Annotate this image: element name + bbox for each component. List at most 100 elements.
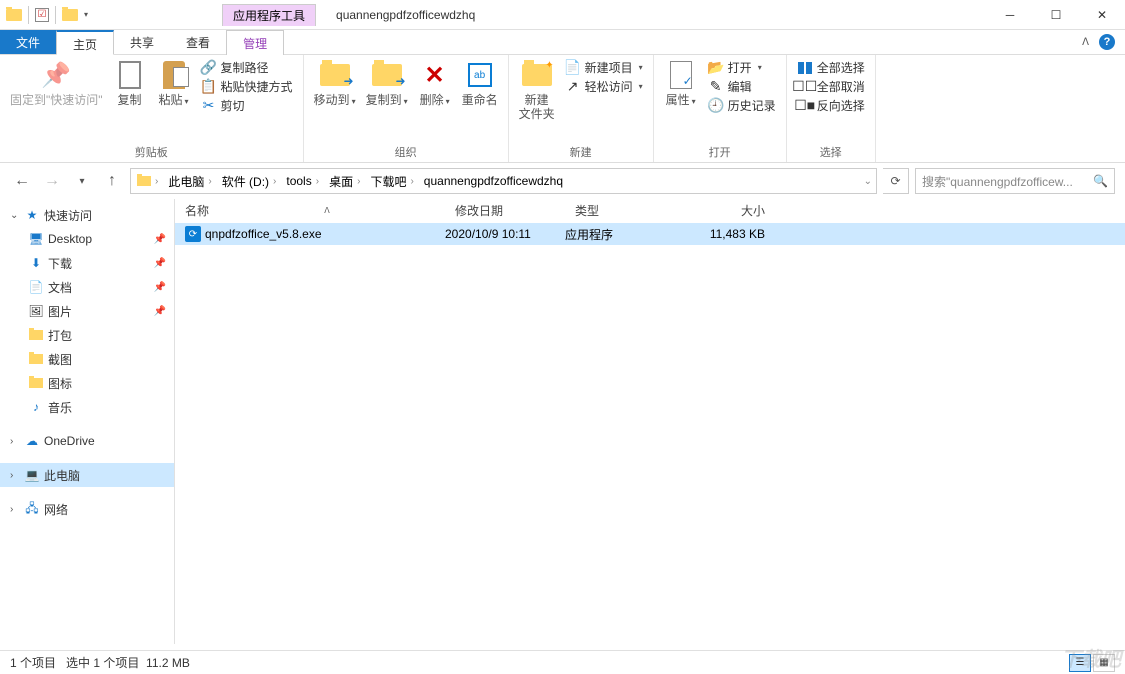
copy-button[interactable]: 复制 — [109, 57, 151, 109]
star-icon: ★ — [24, 207, 40, 223]
desktop-icon: 🖥 — [28, 231, 44, 247]
sidebar-network[interactable]: ›🖧网络 — [0, 497, 174, 521]
bc-item[interactable]: 桌面› — [325, 173, 366, 190]
copy-icon — [114, 59, 146, 91]
col-name[interactable]: 名称ᐱ — [175, 202, 445, 219]
edit-button[interactable]: ✎编辑 — [708, 78, 776, 95]
file-size: 11,483 KB — [685, 227, 775, 241]
sidebar-downloads[interactable]: ⬇下载📌 — [0, 251, 174, 275]
folder-icon — [28, 351, 44, 367]
file-row[interactable]: ⟳qnpdfzoffice_v5.8.exe 2020/10/9 10:11 应… — [175, 223, 1125, 245]
maximize-button[interactable]: ☐ — [1033, 0, 1079, 30]
group-open-label: 打开 — [660, 142, 780, 162]
qat-properties-icon[interactable]: ☑ — [35, 8, 49, 22]
paste-button[interactable]: 粘贴▾ — [153, 57, 195, 109]
history-button[interactable]: 🕘历史记录 — [708, 97, 776, 114]
properties-button[interactable]: 属性▾ — [660, 57, 702, 109]
sidebar-folder[interactable]: 图标 — [0, 371, 174, 395]
invert-icon: ☐■ — [797, 98, 813, 114]
window-title: quannengpdfzofficewdzhq — [336, 8, 475, 22]
back-button[interactable]: ← — [10, 169, 34, 193]
sidebar-folder[interactable]: 截图 — [0, 347, 174, 371]
icons-view-button[interactable]: ▦ — [1093, 654, 1115, 672]
open-button[interactable]: 📂打开▾ — [708, 59, 776, 76]
sidebar-pictures[interactable]: 🖼图片📌 — [0, 299, 174, 323]
recent-dropdown[interactable]: ▾ — [70, 169, 94, 193]
paste-icon — [158, 59, 190, 91]
tab-home[interactable]: 主页 — [56, 30, 114, 55]
sidebar-onedrive[interactable]: ›☁OneDrive — [0, 429, 174, 453]
bc-item[interactable]: 软件 (D:)› — [218, 173, 283, 190]
cloud-icon: ☁ — [24, 433, 40, 449]
paste-shortcut-button[interactable]: 📋粘贴快捷方式 — [201, 78, 293, 95]
breadcrumb[interactable]: › 此电脑› 软件 (D:)› tools› 桌面› 下载吧› quanneng… — [130, 168, 877, 194]
ribbon: 📌 固定到"快速访问" 复制 粘贴▾ 🔗复制路径 📋粘贴快捷方式 ✂剪切 剪贴板 — [0, 55, 1125, 163]
search-input[interactable]: 搜索"quannengpdfzofficew... 🔍 — [915, 168, 1115, 194]
col-date[interactable]: 修改日期 — [445, 202, 565, 219]
sidebar-quick-access[interactable]: ⌄★快速访问 — [0, 203, 174, 227]
column-headers[interactable]: 名称ᐱ 修改日期 类型 大小 — [175, 199, 1125, 223]
download-icon: ⬇ — [28, 255, 44, 271]
new-folder-button[interactable]: 新建 文件夹 — [515, 57, 559, 124]
qat-dropdown-icon[interactable]: ▾ — [80, 10, 92, 19]
status-selected: 选中 1 个项目 11.2 MB — [66, 654, 190, 671]
pc-icon: 💻 — [24, 467, 40, 483]
move-to-button[interactable]: 移动到▾ — [310, 57, 360, 109]
move-label: 移动到▾ — [314, 93, 356, 107]
search-placeholder: 搜索"quannengpdfzofficew... — [922, 173, 1073, 190]
bc-item[interactable]: 下载吧› — [366, 173, 419, 190]
help-icon[interactable]: ? — [1099, 34, 1115, 50]
tab-share[interactable]: 共享 — [114, 30, 170, 54]
sidebar-folder[interactable]: ♪音乐 — [0, 395, 174, 419]
minimize-button[interactable]: ─ — [987, 0, 1033, 30]
easy-access-icon: ↗ — [565, 79, 581, 95]
rename-button[interactable]: ab 重命名 — [458, 57, 502, 109]
select-all-button[interactable]: 全部选择 — [797, 59, 865, 76]
close-button[interactable]: ✕ — [1079, 0, 1125, 30]
bc-root-icon[interactable]: › — [133, 176, 164, 187]
exe-icon: ⟳ — [185, 226, 201, 242]
cut-button[interactable]: ✂剪切 — [201, 97, 293, 114]
pin-quick-access-button[interactable]: 📌 固定到"快速访问" — [6, 57, 107, 109]
sidebar-desktop[interactable]: 🖥Desktop📌 — [0, 227, 174, 251]
ribbon-collapse-icon[interactable]: ᐱ — [1082, 37, 1089, 48]
sidebar-this-pc[interactable]: ›💻此电脑 — [0, 463, 174, 487]
forward-button[interactable]: → — [40, 169, 64, 193]
pin-icon: 📌 — [40, 59, 72, 91]
tab-file[interactable]: 文件 — [0, 30, 56, 54]
shortcut-icon: 📋 — [201, 79, 217, 95]
col-type[interactable]: 类型 — [565, 202, 685, 219]
navigation-pane: ⌄★快速访问 🖥Desktop📌 ⬇下载📌 📄文档📌 🖼图片📌 打包 截图 图标… — [0, 199, 175, 644]
bc-item[interactable]: quannengpdfzofficewdzhq — [420, 174, 567, 188]
sidebar-folder[interactable]: 打包 — [0, 323, 174, 347]
bc-item[interactable]: tools› — [282, 174, 325, 188]
new-item-button[interactable]: 📄新建项目▾ — [565, 59, 643, 76]
history-label: 历史记录 — [728, 97, 776, 114]
delete-button[interactable]: ✕ 删除▾ — [414, 57, 456, 109]
invert-selection-button[interactable]: ☐■反向选择 — [797, 97, 865, 114]
tab-view[interactable]: 查看 — [170, 30, 226, 54]
pin-icon: 📌 — [154, 258, 166, 269]
sort-indicator-icon: ᐱ — [324, 206, 329, 215]
refresh-button[interactable]: ⟳ — [883, 168, 909, 194]
bc-dropdown-icon[interactable]: ⌄ — [862, 176, 874, 187]
details-view-button[interactable]: ☰ — [1069, 654, 1091, 672]
quick-access-toolbar: ☑ ▾ — [0, 6, 92, 24]
pin-label: 固定到"快速访问" — [10, 93, 103, 107]
edit-icon: ✎ — [708, 79, 724, 95]
select-all-label: 全部选择 — [817, 59, 865, 76]
delete-label: 删除▾ — [420, 93, 450, 107]
tab-manage[interactable]: 管理 — [226, 30, 284, 55]
copy-path-button[interactable]: 🔗复制路径 — [201, 59, 293, 76]
new-item-icon: 📄 — [565, 60, 581, 76]
copy-to-button[interactable]: 复制到▾ — [362, 57, 412, 109]
qat-open-icon[interactable] — [62, 9, 78, 21]
copy-path-label: 复制路径 — [221, 59, 269, 76]
select-none-button[interactable]: ☐☐全部取消 — [797, 78, 865, 95]
new-folder-icon — [521, 59, 553, 91]
easy-access-button[interactable]: ↗轻松访问▾ — [565, 78, 643, 95]
bc-item[interactable]: 此电脑› — [164, 173, 217, 190]
col-size[interactable]: 大小 — [685, 202, 775, 219]
sidebar-documents[interactable]: 📄文档📌 — [0, 275, 174, 299]
up-button[interactable]: ↑ — [100, 169, 124, 193]
